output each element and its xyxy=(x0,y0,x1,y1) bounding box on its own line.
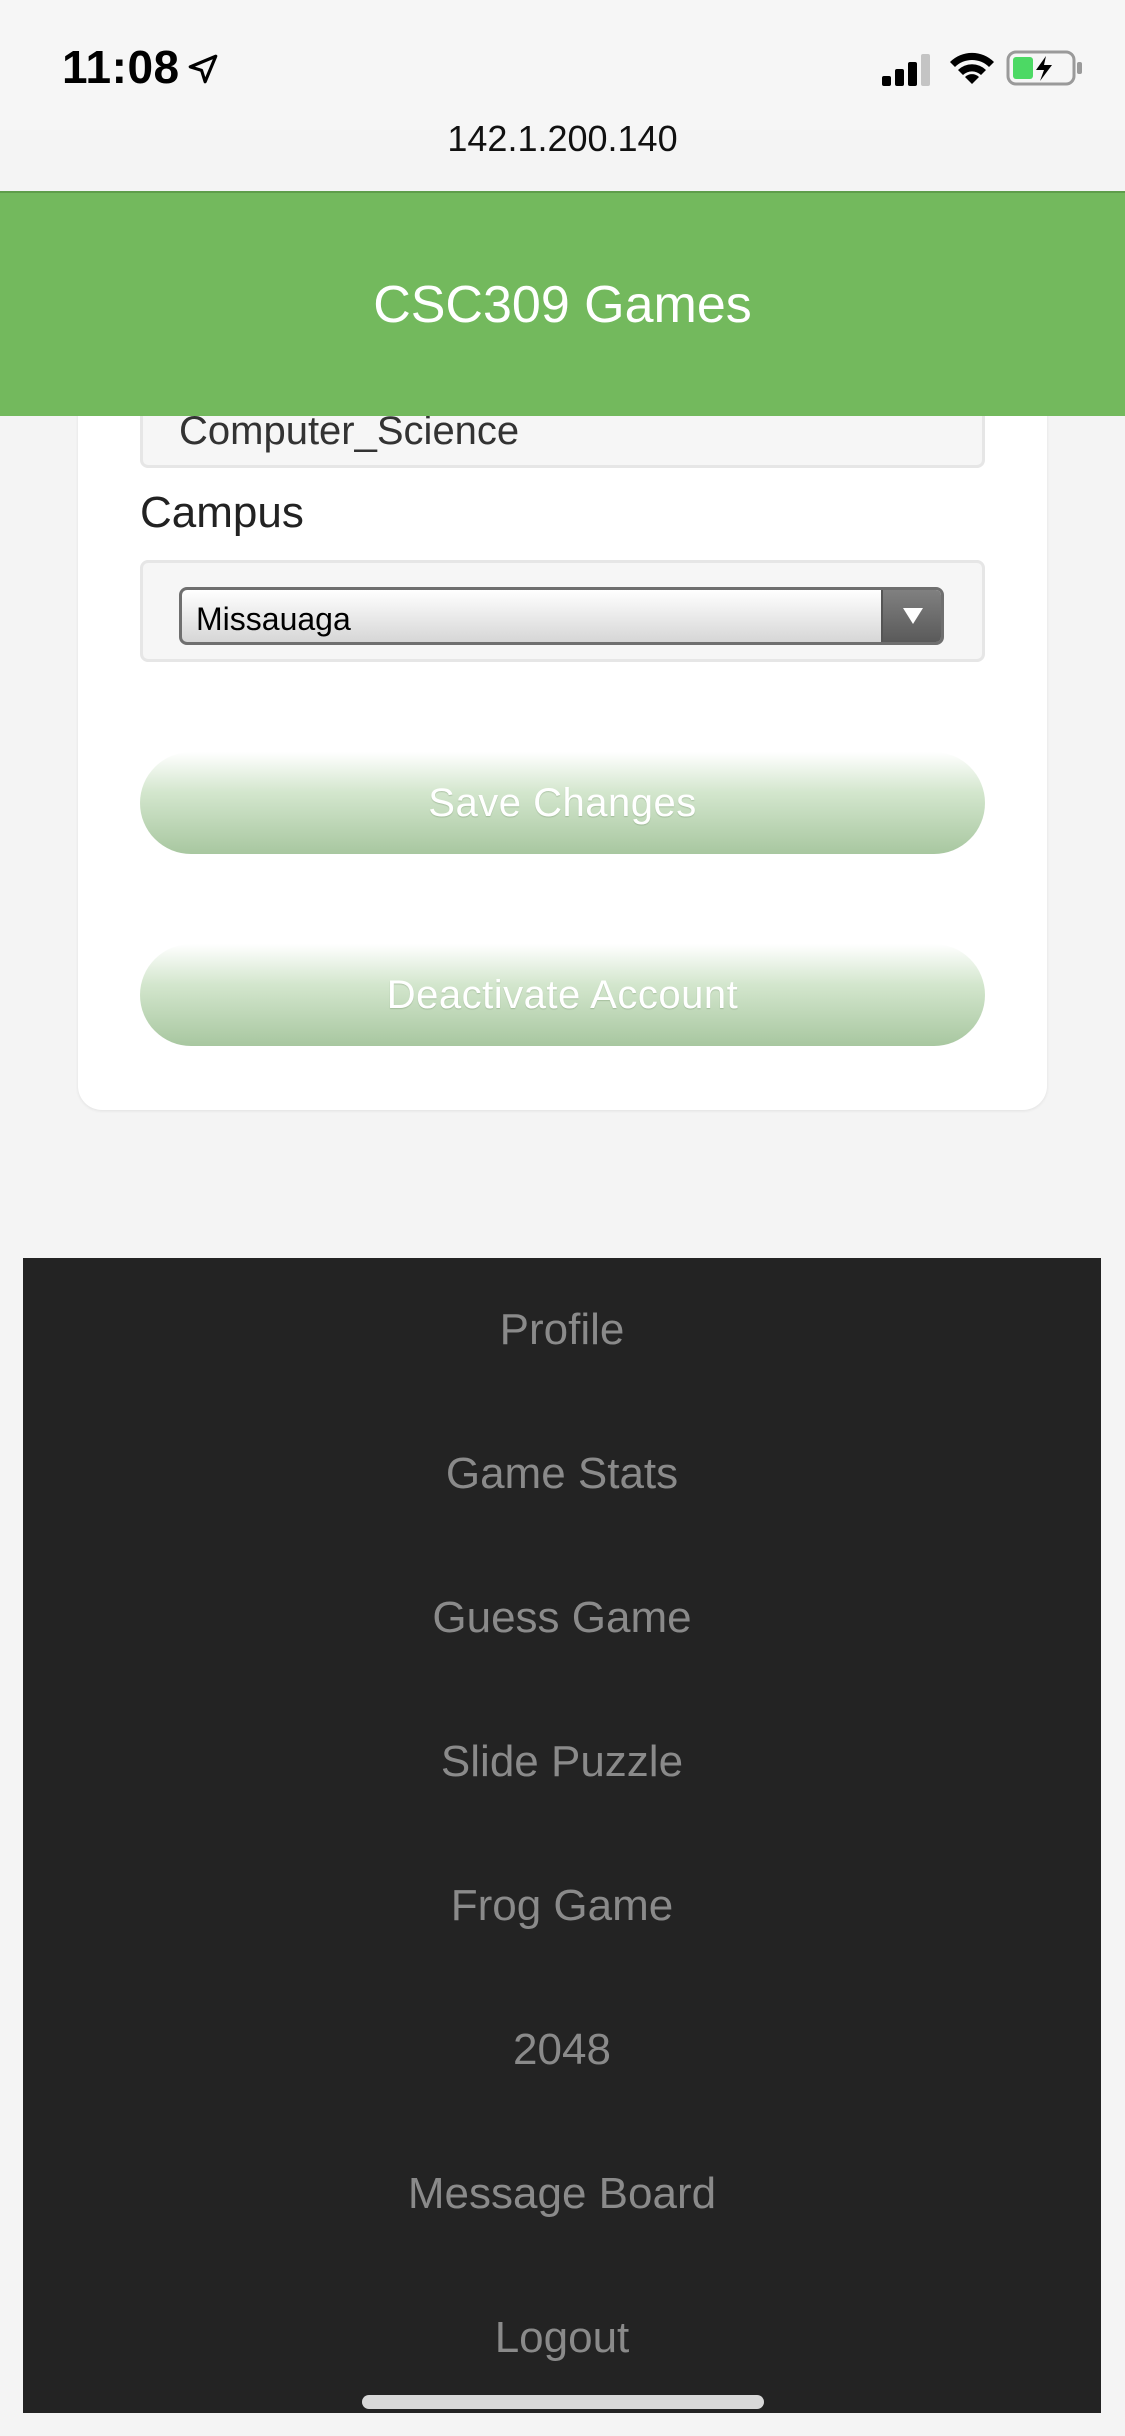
status-time: 11:08 xyxy=(62,41,180,93)
deactivate-account-button[interactable]: Deactivate Account xyxy=(140,944,985,1046)
address-bar-url[interactable]: 142.1.200.140 xyxy=(0,118,1125,160)
nav-item-2048[interactable]: 2048 xyxy=(23,2000,1101,2100)
campus-label: Campus xyxy=(140,488,304,537)
app-title: CSC309 Games xyxy=(373,276,752,334)
battery-charging-icon xyxy=(1006,50,1082,86)
nav-item-guess-game[interactable]: Guess Game xyxy=(23,1568,1101,1668)
location-arrow-icon xyxy=(188,54,218,84)
campus-select[interactable]: Missauaga xyxy=(179,587,944,645)
campus-selected-value: Missauaga xyxy=(196,601,351,637)
nav-item-frog-game[interactable]: Frog Game xyxy=(23,1856,1101,1956)
nav-item-profile[interactable]: Profile xyxy=(23,1280,1101,1380)
nav-menu: Profile Game Stats Guess Game Slide Puzz… xyxy=(23,1258,1101,2413)
home-indicator[interactable] xyxy=(362,2395,764,2409)
campus-field: Missauaga xyxy=(140,560,985,662)
profile-form-card: Computer_Science Campus Missauaga Save C… xyxy=(78,330,1047,1110)
nav-item-game-stats[interactable]: Game Stats xyxy=(23,1424,1101,1524)
nav-item-slide-puzzle[interactable]: Slide Puzzle xyxy=(23,1712,1101,1812)
wifi-icon xyxy=(950,52,994,84)
chevron-down-icon xyxy=(903,608,923,624)
status-bar: 11:08 142.1.200.140 xyxy=(0,0,1125,159)
cellular-signal-icon xyxy=(882,54,930,86)
app-header: CSC309 Games xyxy=(0,191,1125,416)
dropdown-button[interactable] xyxy=(881,590,941,642)
nav-item-logout[interactable]: Logout xyxy=(23,2288,1101,2388)
save-changes-button[interactable]: Save Changes xyxy=(140,752,985,854)
nav-item-message-board[interactable]: Message Board xyxy=(23,2144,1101,2244)
